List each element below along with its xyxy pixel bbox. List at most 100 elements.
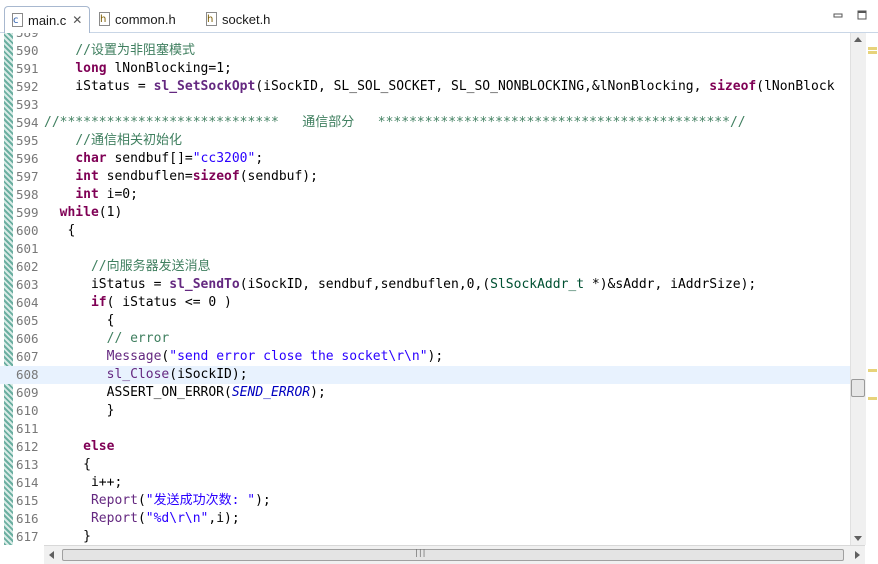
code-line[interactable]: 616 Report("%d\r\n",i); <box>0 510 850 528</box>
grip-icon: ||| <box>414 548 426 557</box>
line-code: i++; <box>44 475 123 490</box>
line-number: 605 <box>16 313 39 328</box>
overview-mark[interactable] <box>868 369 877 372</box>
line-number: 597 <box>16 169 39 184</box>
line-code: int i=0; <box>75 187 138 202</box>
editor-tab-bar: c main.c ✕ h common.h h socket.h <box>0 0 878 34</box>
tab-label: socket.h <box>222 11 271 27</box>
overview-mark[interactable] <box>868 47 877 50</box>
overview-ruler[interactable] <box>866 33 878 545</box>
code-line[interactable]: 595 //通信相关初始化 <box>0 132 850 150</box>
line-number: 606 <box>16 331 39 346</box>
line-number: 608 <box>16 367 39 382</box>
code-line[interactable]: 604 if( iStatus <= 0 ) <box>0 294 850 312</box>
code-line[interactable]: 601 <box>0 240 850 258</box>
line-number: 613 <box>16 457 39 472</box>
code-line[interactable]: 603 iStatus = sl_SendTo(iSockID, sendbuf… <box>0 276 850 294</box>
line-number: 609 <box>16 385 39 400</box>
code-line[interactable]: 617 } <box>0 528 850 545</box>
code-line[interactable]: 608 sl_Close(iSockID); <box>0 366 850 384</box>
line-code: //向服务器发送消息 <box>90 259 211 274</box>
tab-main-c[interactable]: c main.c ✕ <box>4 6 90 34</box>
tab-socket-h[interactable]: h socket.h <box>199 6 295 32</box>
vertical-scroll-thumb[interactable] <box>851 379 865 397</box>
line-code: while(1) <box>59 205 123 220</box>
code-line[interactable]: 602 //向服务器发送消息 <box>0 258 850 276</box>
line-code: //**************************** 通信部分 ****… <box>44 115 746 130</box>
code-line[interactable]: 599 while(1) <box>0 204 850 222</box>
line-code: { <box>44 313 115 328</box>
h-file-icon: h <box>98 11 111 27</box>
code-line[interactable]: 606 // error <box>0 330 850 348</box>
code-line[interactable]: 598 int i=0; <box>0 186 850 204</box>
code-line[interactable]: 610 } <box>0 402 850 420</box>
line-number: 614 <box>16 475 39 490</box>
code-editor[interactable]: 589590 //设置为非阻塞模式591 long lNonBlocking=1… <box>0 33 850 545</box>
code-line[interactable]: 593 <box>0 96 850 114</box>
overview-mark[interactable] <box>868 397 877 400</box>
h-file-icon: h <box>205 11 218 27</box>
code-line[interactable]: 592 iStatus = sl_SetSockOpt(iSockID, SL_… <box>0 78 850 96</box>
line-number: 607 <box>16 349 39 364</box>
line-code: //通信相关初始化 <box>75 133 182 148</box>
line-number: 610 <box>16 403 39 418</box>
scroll-down-icon[interactable] <box>854 536 862 541</box>
scroll-left-icon[interactable] <box>49 551 54 559</box>
line-number: 594 <box>16 115 39 130</box>
line-code: // error <box>106 331 170 346</box>
code-line[interactable]: 600 { <box>0 222 850 240</box>
scroll-up-icon[interactable] <box>854 37 862 42</box>
tab-label: main.c <box>28 12 67 28</box>
line-code: { <box>44 457 91 472</box>
code-line[interactable]: 614 i++; <box>0 474 850 492</box>
line-number: 601 <box>16 241 39 256</box>
code-line[interactable]: 605 { <box>0 312 850 330</box>
line-code: Report("发送成功次数: "); <box>90 493 271 508</box>
line-number: 590 <box>16 43 39 58</box>
line-code: sl_Close(iSockID); <box>106 367 248 382</box>
line-number: 611 <box>16 421 39 436</box>
code-line[interactable]: 590 //设置为非阻塞模式 <box>0 42 850 60</box>
code-line[interactable]: 597 int sendbuflen=sizeof(sendbuf); <box>0 168 850 186</box>
code-line[interactable]: 591 long lNonBlocking=1; <box>0 60 850 78</box>
line-code: char sendbuf[]="cc3200"; <box>75 151 264 166</box>
line-number: 602 <box>16 259 39 274</box>
code-line[interactable]: 594 //**************************** 通信部分 *… <box>0 114 850 132</box>
line-number: 593 <box>16 97 39 112</box>
code-line[interactable]: 609 ASSERT_ON_ERROR(SEND_ERROR); <box>0 384 850 402</box>
line-code: Message("send error close the socket\r\n… <box>106 349 444 364</box>
line-code: iStatus = sl_SetSockOpt(iSockID, SL_SOL_… <box>44 79 835 94</box>
code-line[interactable]: 615 Report("发送成功次数: "); <box>0 492 850 510</box>
horizontal-scrollbar[interactable]: ||| <box>44 545 865 564</box>
line-code: ASSERT_ON_ERROR(SEND_ERROR); <box>44 385 326 400</box>
line-code: Report("%d\r\n",i); <box>90 511 240 526</box>
code-line[interactable]: 596 char sendbuf[]="cc3200"; <box>0 150 850 168</box>
line-code: int sendbuflen=sizeof(sendbuf); <box>75 169 318 184</box>
scroll-right-icon[interactable] <box>855 551 860 559</box>
tab-common-h[interactable]: h common.h <box>92 6 188 32</box>
line-code: if( iStatus <= 0 ) <box>90 295 232 310</box>
minimize-icon[interactable] <box>832 9 844 21</box>
overview-mark[interactable] <box>868 51 877 54</box>
code-line[interactable]: 611 <box>0 420 850 438</box>
line-code: //设置为非阻塞模式 <box>75 43 195 58</box>
line-code: else <box>83 439 115 454</box>
code-line[interactable]: 607 Message("send error close the socket… <box>0 348 850 366</box>
code-line[interactable]: 612 else <box>0 438 850 456</box>
line-number: 616 <box>16 511 39 526</box>
vertical-scrollbar[interactable] <box>850 33 866 545</box>
code-line[interactable]: 613 { <box>0 456 850 474</box>
horizontal-scroll-thumb[interactable] <box>62 549 844 561</box>
line-code: } <box>44 529 91 544</box>
line-code: { <box>44 223 76 238</box>
line-code: } <box>44 403 115 418</box>
line-number: 603 <box>16 277 39 292</box>
line-number: 591 <box>16 61 39 76</box>
line-code: iStatus = sl_SendTo(iSockID, sendbuf,sen… <box>44 277 757 292</box>
code-line[interactable]: 589 <box>0 33 850 42</box>
line-number: 598 <box>16 187 39 202</box>
line-number: 615 <box>16 493 39 508</box>
tab-label: common.h <box>115 11 176 27</box>
maximize-icon[interactable] <box>856 9 868 21</box>
close-icon[interactable]: ✕ <box>72 13 82 27</box>
